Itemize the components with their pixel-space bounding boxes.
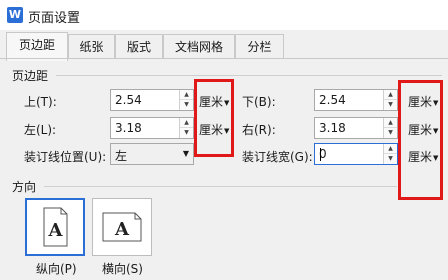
orientation-section-rule (44, 186, 397, 187)
top-margin-field[interactable]: 2.54 ▲ ▼ (110, 89, 194, 111)
orientation-section-title: 方向 (12, 180, 37, 194)
tab-document-grid[interactable]: 文档网格 (163, 34, 235, 58)
tab-margins[interactable]: 页边距 (6, 32, 68, 61)
wps-writer-icon: W (7, 7, 23, 23)
text-caret (320, 148, 321, 161)
landscape-page-icon: A (102, 212, 142, 242)
landscape-button[interactable]: A (92, 198, 152, 256)
title-bar: W 页面设置 (0, 0, 448, 30)
gutter-width-field[interactable]: 0 ▲ ▼ (314, 143, 398, 165)
top-margin-value: 2.54 (115, 93, 142, 107)
gutter-width-spinner[interactable]: ▲ ▼ (383, 144, 397, 164)
tab-columns[interactable]: 分栏 (235, 34, 284, 58)
right-margin-label: 右(R): (242, 123, 276, 137)
margins-section-rule (56, 75, 442, 76)
decrement-arrow-icon[interactable]: ▼ (384, 128, 397, 138)
gutter-position-label: 装订线位置(U): (24, 150, 107, 164)
bottom-margin-spinner[interactable]: ▲ ▼ (383, 90, 397, 110)
left-margin-field[interactable]: 3.18 ▲ ▼ (110, 117, 194, 139)
chevron-down-icon: ▼ (182, 149, 189, 158)
right-margin-spinner[interactable]: ▲ ▼ (383, 118, 397, 138)
increment-arrow-icon[interactable]: ▲ (180, 118, 193, 128)
bottom-margin-field[interactable]: 2.54 ▲ ▼ (314, 89, 398, 111)
increment-arrow-icon[interactable]: ▲ (384, 144, 397, 154)
portrait-label: 纵向(P) (36, 262, 77, 276)
decrement-arrow-icon[interactable]: ▼ (180, 100, 193, 110)
tab-strip: 页边距 纸张 版式 文档网格 分栏 (0, 30, 448, 61)
portrait-page-icon: A (43, 207, 68, 247)
increment-arrow-icon[interactable]: ▲ (384, 90, 397, 100)
bottom-margin-label: 下(B): (242, 95, 276, 109)
left-margin-spinner[interactable]: ▲ ▼ (179, 118, 193, 138)
gutter-width-label: 装订线宽(G): (242, 150, 313, 164)
margins-section-title: 页边距 (12, 69, 49, 83)
landscape-glyph: A (114, 219, 130, 240)
top-margin-spinner[interactable]: ▲ ▼ (179, 90, 193, 110)
portrait-glyph: A (48, 220, 64, 241)
gutter-position-value: 左 (115, 149, 128, 163)
decrement-arrow-icon[interactable]: ▼ (180, 128, 193, 138)
decrement-arrow-icon[interactable]: ▼ (384, 154, 397, 164)
unit-highlight-box-right (398, 80, 443, 200)
gutter-position-select[interactable]: 左 ▼ (110, 143, 194, 165)
tab-divider (0, 58, 448, 59)
tab-paper[interactable]: 纸张 (68, 34, 115, 58)
portrait-button[interactable]: A (25, 198, 85, 256)
left-margin-value: 3.18 (115, 121, 142, 135)
unit-highlight-box-left (194, 79, 234, 157)
increment-arrow-icon[interactable]: ▲ (180, 90, 193, 100)
top-margin-label: 上(T): (24, 95, 57, 109)
dialog-title: 页面设置 (28, 11, 81, 26)
right-margin-value: 3.18 (319, 121, 346, 135)
landscape-label: 横向(S) (102, 262, 143, 276)
tab-layout[interactable]: 版式 (115, 34, 163, 58)
left-margin-label: 左(L): (24, 123, 57, 137)
right-margin-field[interactable]: 3.18 ▲ ▼ (314, 117, 398, 139)
decrement-arrow-icon[interactable]: ▼ (384, 100, 397, 110)
increment-arrow-icon[interactable]: ▲ (384, 118, 397, 128)
bottom-margin-value: 2.54 (319, 93, 346, 107)
